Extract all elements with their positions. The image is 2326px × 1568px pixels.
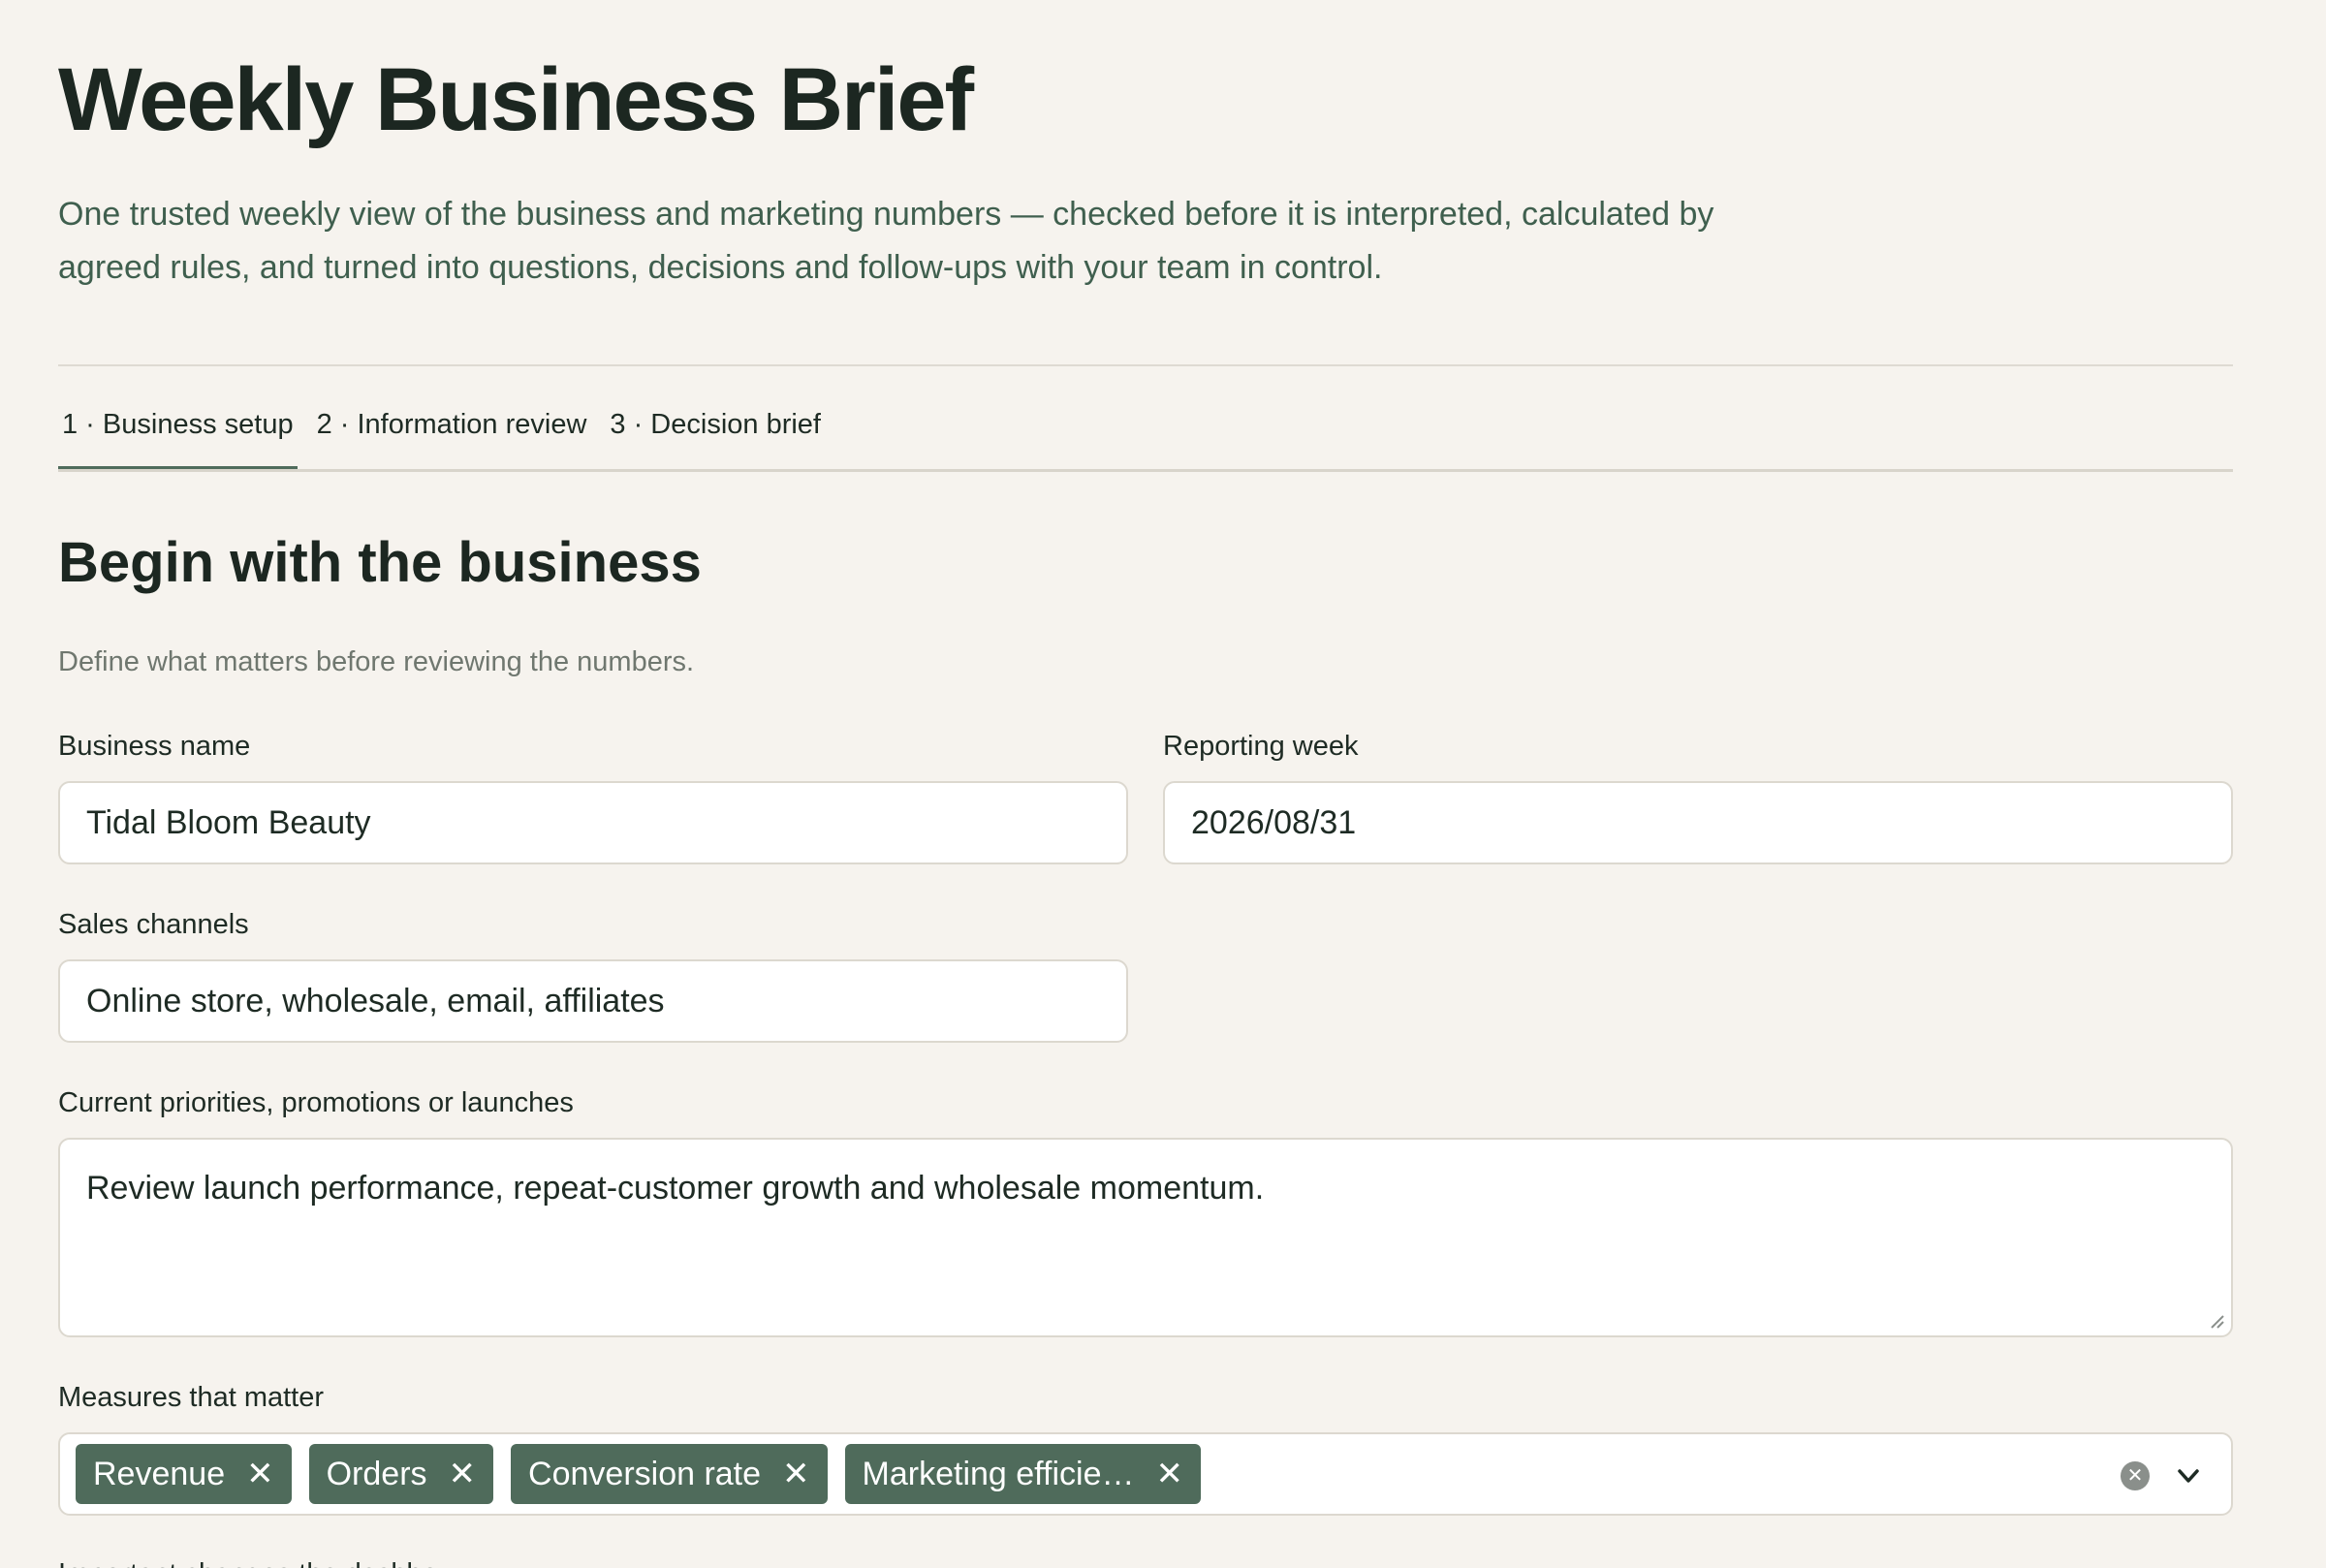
chip-label: Orders xyxy=(326,1455,427,1492)
chip-label: Revenue xyxy=(93,1455,226,1492)
measure-chip-conversion-rate: Conversion rate ✕ xyxy=(511,1444,828,1504)
page-subtitle: One trusted weekly view of the business … xyxy=(58,196,1714,286)
chevron-down-icon[interactable] xyxy=(2175,1462,2202,1490)
tab-business-setup[interactable]: 1 · Business setup xyxy=(58,397,298,471)
tabs-underline xyxy=(58,469,2233,472)
page-title: Weekly Business Brief xyxy=(58,50,974,149)
sales-channels-label: Sales channels xyxy=(58,909,249,940)
tab-information-review[interactable]: 2 · Information review xyxy=(313,397,591,471)
close-icon[interactable]: ✕ xyxy=(1155,1458,1183,1490)
app-page: Weekly Business Brief One trusted weekly… xyxy=(0,0,2326,1568)
close-icon[interactable]: ✕ xyxy=(246,1458,274,1490)
priorities-textarea[interactable]: Review launch performance, repeat-custom… xyxy=(58,1138,2233,1337)
multiselect-controls: ✕ xyxy=(2121,1434,2202,1518)
tab-decision-brief[interactable]: 3 · Decision brief xyxy=(606,397,825,471)
measure-chip-revenue: Revenue ✕ xyxy=(76,1444,292,1504)
sales-channels-value: Online store, wholesale, email, affiliat… xyxy=(86,982,665,1019)
step-tabs: 1 · Business setup 2 · Information revie… xyxy=(58,397,2233,471)
close-icon[interactable]: ✕ xyxy=(449,1458,477,1490)
priorities-label: Current priorities, promotions or launch… xyxy=(58,1087,574,1118)
measures-label: Measures that matter xyxy=(58,1382,324,1413)
section-title: Begin with the business xyxy=(58,531,702,594)
chip-label: Marketing efficie… xyxy=(862,1455,1135,1492)
header-divider xyxy=(58,364,2233,366)
reporting-week-input[interactable]: 2026/08/31 xyxy=(1163,781,2233,864)
priorities-value: Review launch performance, repeat-custom… xyxy=(86,1170,1265,1207)
measure-chip-orders: Orders ✕ xyxy=(308,1444,494,1504)
chip-label: Conversion rate xyxy=(528,1455,762,1492)
reporting-week-value: 2026/08/31 xyxy=(1191,803,1357,841)
sales-channels-input[interactable]: Online store, wholesale, email, affiliat… xyxy=(58,959,1128,1043)
clear-circle-x-icon[interactable]: ✕ xyxy=(2121,1461,2150,1490)
resize-grip-icon[interactable] xyxy=(2208,1312,2225,1330)
reporting-week-label: Reporting week xyxy=(1163,731,1359,762)
next-field-label: Important changes the dashbo xyxy=(58,1554,438,1568)
business-name-input[interactable]: Tidal Bloom Beauty xyxy=(58,781,1128,864)
business-name-label: Business name xyxy=(58,731,251,762)
section-subtitle: Define what matters before reviewing the… xyxy=(58,646,695,677)
measure-chip-marketing-efficiency: Marketing efficie… ✕ xyxy=(844,1444,1201,1504)
close-icon[interactable]: ✕ xyxy=(782,1458,810,1490)
business-name-value: Tidal Bloom Beauty xyxy=(86,803,371,841)
measures-multiselect[interactable]: Revenue ✕ Orders ✕ Conversion rate ✕ Mar… xyxy=(58,1432,2233,1516)
